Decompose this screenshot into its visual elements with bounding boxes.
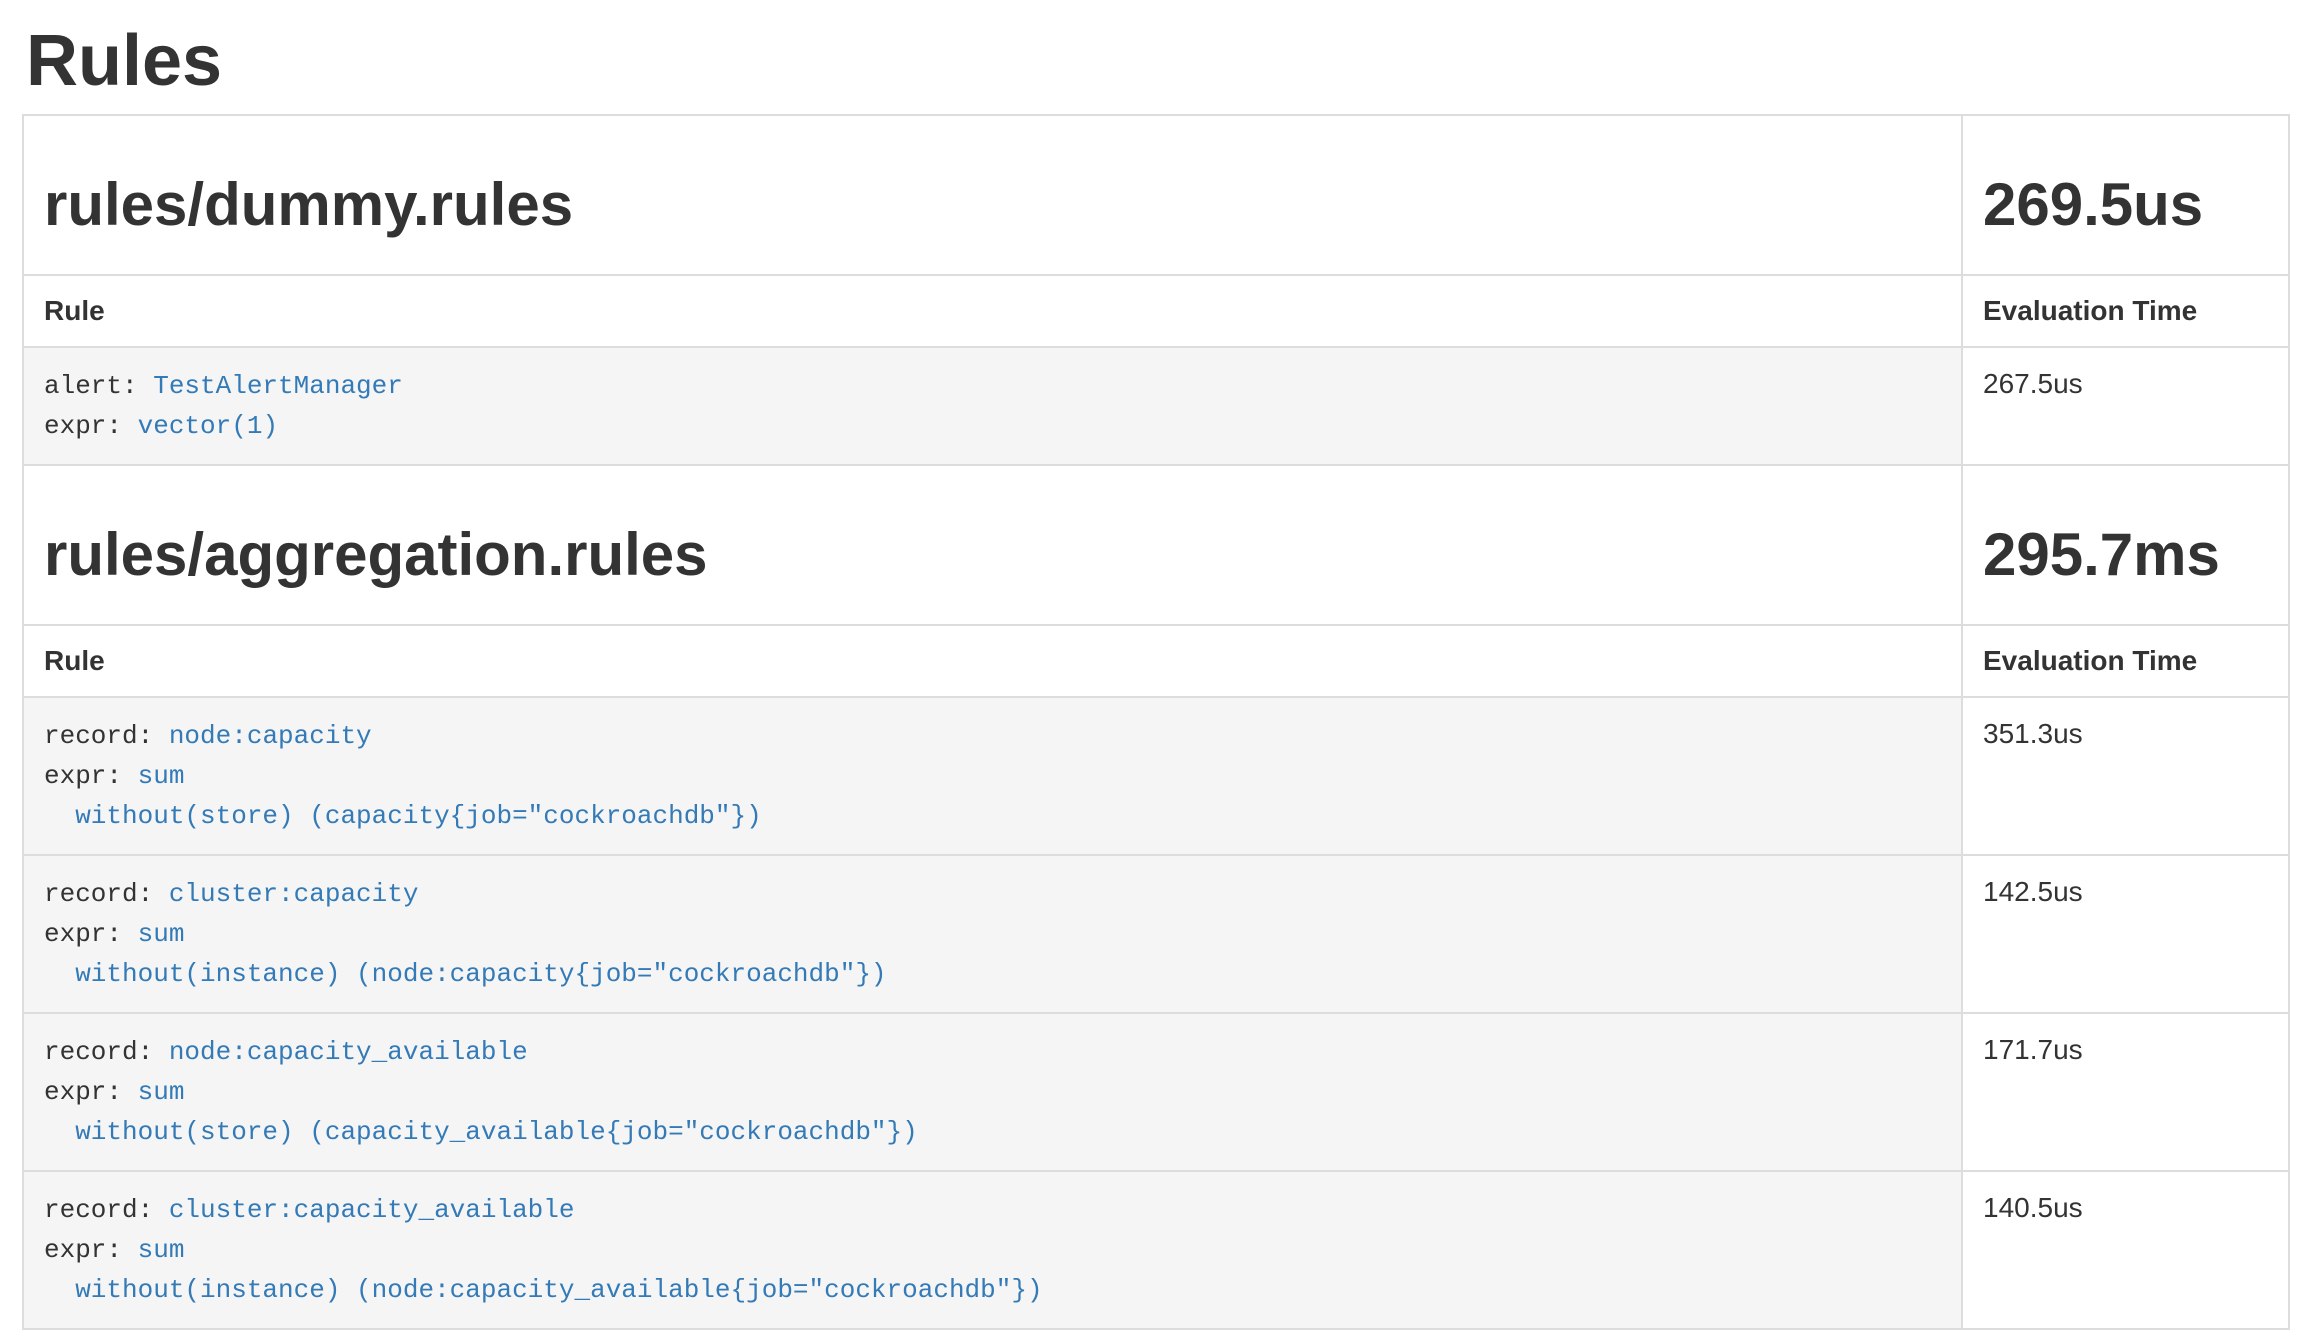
rule-expr-line: expr: vector(1) [44, 406, 1941, 446]
rule-name-link[interactable]: node:capacity [169, 721, 372, 751]
group-file-name: rules/dummy.rules [44, 172, 1941, 238]
rule-name-link[interactable]: node:capacity_available [169, 1037, 528, 1067]
rule-name-line: record: cluster:capacity_available [44, 1190, 1941, 1230]
rule-type-label: record: [44, 1195, 169, 1225]
group-file-cell: rules/aggregation.rules [23, 465, 1962, 625]
rule-cell: record: node:capacity_availableexpr: sum… [23, 1013, 1962, 1171]
expr-label: expr: [44, 919, 138, 949]
column-header-row: Rule Evaluation Time [23, 275, 2289, 347]
rule-name-link[interactable]: TestAlertManager [153, 371, 403, 401]
expr-label: expr: [44, 761, 138, 791]
eval-time-cell: 140.5us [1962, 1171, 2289, 1329]
rule-expr-line: expr: sum without(instance) (node:capaci… [44, 914, 1941, 994]
rule-name-line: record: node:capacity [44, 716, 1941, 756]
expr-link[interactable]: vector(1) [138, 411, 278, 441]
rule-cell: record: cluster:capacityexpr: sum withou… [23, 855, 1962, 1013]
page-title: Rules [26, 22, 2290, 101]
rules-table: rules/dummy.rules 269.5us Rule Evaluatio… [22, 114, 2290, 1330]
group-header-row: rules/aggregation.rules 295.7ms [23, 465, 2289, 625]
expr-link[interactable]: sum without(store) (capacity{job="cockro… [44, 761, 762, 831]
rule-expr-line: expr: sum without(instance) (node:capaci… [44, 1230, 1941, 1310]
rule-type-label: record: [44, 721, 169, 751]
group-eval-total: 269.5us [1983, 172, 2268, 238]
eval-time-column-header: Evaluation Time [1962, 275, 2289, 347]
rule-name-link[interactable]: cluster:capacity [169, 879, 419, 909]
rule-type-label: record: [44, 1037, 169, 1067]
rule-row: record: node:capacityexpr: sum without(s… [23, 697, 2289, 855]
expr-link[interactable]: sum without(store) (capacity_available{j… [44, 1077, 918, 1147]
rule-name-line: record: cluster:capacity [44, 874, 1941, 914]
expr-link[interactable]: sum without(instance) (node:capacity_ava… [44, 1235, 1043, 1305]
group-eval-total-cell: 295.7ms [1962, 465, 2289, 625]
group-eval-total: 295.7ms [1983, 522, 2268, 588]
rule-expr-line: expr: sum without(store) (capacity_avail… [44, 1072, 1941, 1152]
rule-name-line: record: node:capacity_available [44, 1032, 1941, 1072]
group-eval-total-cell: 269.5us [1962, 115, 2289, 275]
expr-label: expr: [44, 411, 138, 441]
eval-time-cell: 267.5us [1962, 347, 2289, 465]
group-file-name: rules/aggregation.rules [44, 522, 1941, 588]
rule-cell: alert: TestAlertManagerexpr: vector(1) [23, 347, 1962, 465]
rule-row: record: cluster:capacityexpr: sum withou… [23, 855, 2289, 1013]
expr-link[interactable]: sum without(instance) (node:capacity{job… [44, 919, 887, 989]
group-header-row: rules/dummy.rules 269.5us [23, 115, 2289, 275]
rule-expr-line: expr: sum without(store) (capacity{job="… [44, 756, 1941, 836]
rule-cell: record: cluster:capacity_availableexpr: … [23, 1171, 1962, 1329]
column-header-row: Rule Evaluation Time [23, 625, 2289, 697]
expr-label: expr: [44, 1077, 138, 1107]
rule-name-line: alert: TestAlertManager [44, 366, 1941, 406]
rule-type-label: alert: [44, 371, 153, 401]
rule-column-header: Rule [23, 625, 1962, 697]
rule-row: record: node:capacity_availableexpr: sum… [23, 1013, 2289, 1171]
rules-page: Rules rules/dummy.rules 269.5us Rule Eva… [0, 22, 2316, 1330]
eval-time-column-header: Evaluation Time [1962, 625, 2289, 697]
rule-column-header: Rule [23, 275, 1962, 347]
eval-time-cell: 142.5us [1962, 855, 2289, 1013]
rule-type-label: record: [44, 879, 169, 909]
eval-time-cell: 171.7us [1962, 1013, 2289, 1171]
rule-row: alert: TestAlertManagerexpr: vector(1) 2… [23, 347, 2289, 465]
rule-cell: record: node:capacityexpr: sum without(s… [23, 697, 1962, 855]
group-file-cell: rules/dummy.rules [23, 115, 1962, 275]
rule-name-link[interactable]: cluster:capacity_available [169, 1195, 575, 1225]
rule-row: record: cluster:capacity_availableexpr: … [23, 1171, 2289, 1329]
eval-time-cell: 351.3us [1962, 697, 2289, 855]
expr-label: expr: [44, 1235, 138, 1265]
